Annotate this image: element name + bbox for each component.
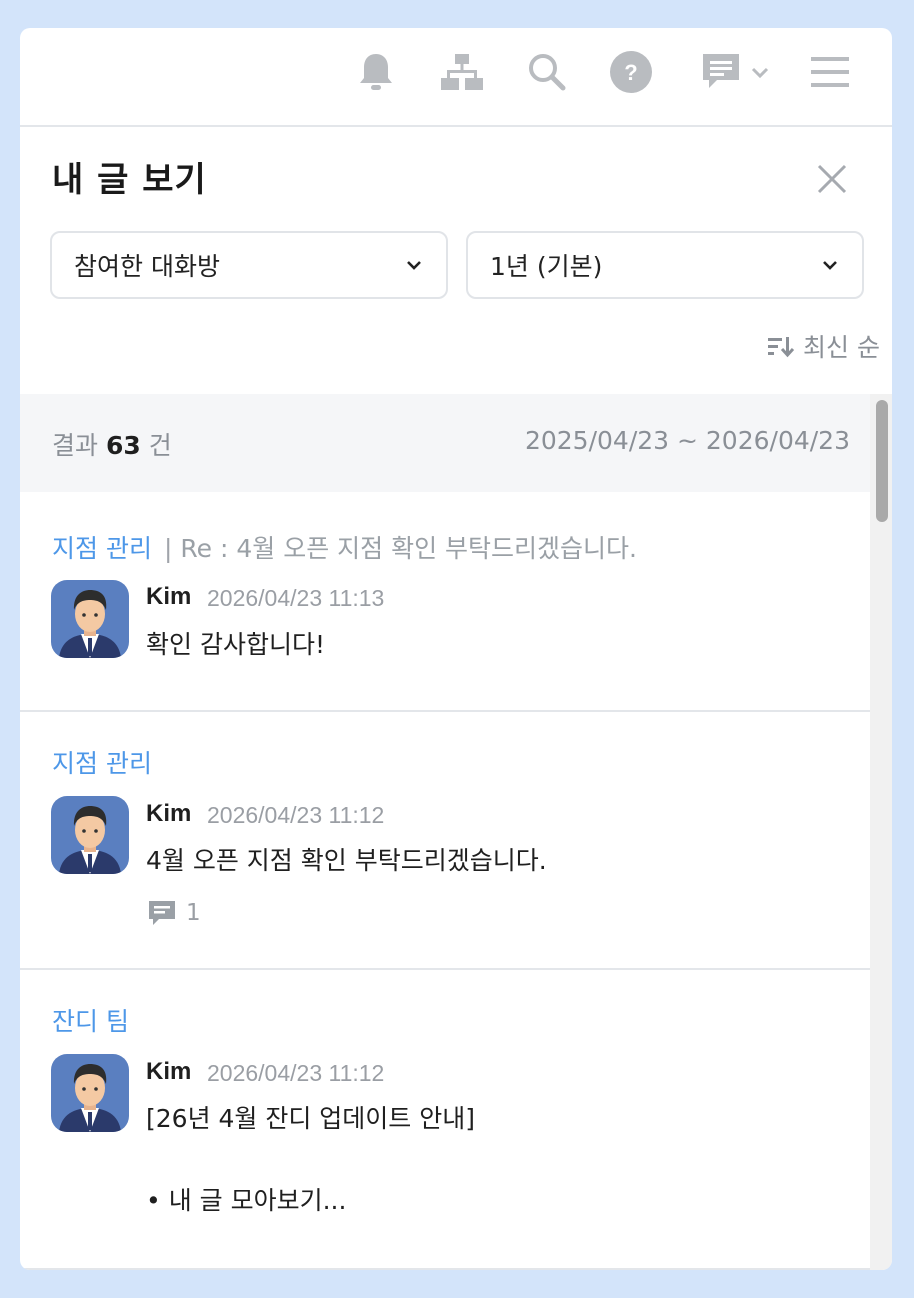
panel-title: 내 글 보기 <box>52 160 207 200</box>
chevron-down-icon <box>407 261 421 270</box>
sort-icon <box>768 337 795 358</box>
chevron-down-icon <box>823 261 837 270</box>
post-time: 2026/04/23 11:12 <box>207 1060 385 1086</box>
post-time: 2026/04/23 11:12 <box>207 802 385 828</box>
menu-icon[interactable] <box>808 50 852 94</box>
separator: | <box>163 534 173 563</box>
reply-count: 1 <box>186 900 201 926</box>
close-icon[interactable] <box>815 162 849 196</box>
result-count-number: 63 <box>105 431 141 460</box>
post-message: [26년 4월 잔디 업데이트 안내] • 내 글 모아보기... <box>146 1104 476 1215</box>
post-room: 지점 관리 | Re : 4월 오픈 지점 확인 부탁드리겠습니다. <box>52 529 637 565</box>
post-author: Kim <box>146 1058 192 1085</box>
search-icon[interactable] <box>525 50 569 94</box>
result-prefix: 결과 <box>52 431 99 460</box>
result-summary: 결과 63 건 2025/04/23 ~ 2026/04/23 <box>20 394 870 492</box>
post-room: 지점 관리 <box>52 744 152 780</box>
reply-count-button[interactable]: 1 <box>148 900 201 926</box>
post-item[interactable]: 지점 관리 | Re : 4월 오픈 지점 확인 부탁드리겠습니다. Kim 202… <box>20 492 870 712</box>
room-filter-select[interactable]: 참여한 대화방 <box>50 231 448 299</box>
comment-icon <box>149 901 175 925</box>
avatar <box>51 580 129 658</box>
chevron-down-icon <box>751 67 769 79</box>
bell-icon[interactable] <box>356 50 396 94</box>
post-message: 확인 감사합니다! <box>146 630 325 659</box>
room-link[interactable]: 잔디 팀 <box>52 1007 129 1036</box>
chat-icon <box>703 54 739 88</box>
post-time: 2026/04/23 11:13 <box>207 585 385 611</box>
result-suffix: 건 <box>148 431 172 460</box>
help-glyph: ? <box>624 60 637 85</box>
room-filter-value: 참여한 대화방 <box>74 252 220 281</box>
scrollbar-thumb[interactable] <box>876 400 888 522</box>
period-filter-value: 1년 (기본) <box>490 252 603 281</box>
chat-menu-button[interactable] <box>700 50 772 94</box>
sort-label: 최신 순 <box>803 333 880 362</box>
post-item[interactable]: 잔디 팀 Kim 2026/04/23 11:12 [26년 4월 잔디 업데이… <box>20 970 870 1270</box>
post-room: 잔디 팀 <box>52 1002 129 1038</box>
scrollbar-track[interactable] <box>870 394 892 1270</box>
date-range: 2025/04/23 ~ 2026/04/23 <box>524 426 850 455</box>
my-posts-window: ? 내 글 보기 참여한 대화방 1년 (기본) 최신 순 결과 63 건 20… <box>20 28 892 1270</box>
help-icon[interactable]: ? <box>608 50 654 94</box>
sort-button[interactable]: 최신 순 <box>767 328 880 364</box>
org-chart-icon[interactable] <box>440 50 484 94</box>
post-author: Kim <box>146 800 192 827</box>
post-message: 4월 오픈 지점 확인 부탁드리겠습니다. <box>146 846 547 875</box>
avatar <box>51 796 129 874</box>
result-count: 결과 63 건 <box>52 426 172 462</box>
reply-reference: Re : 4월 오픈 지점 확인 부탁드리겠습니다. <box>180 534 637 563</box>
top-toolbar: ? <box>20 28 892 127</box>
room-link[interactable]: 지점 관리 <box>52 534 152 563</box>
avatar <box>51 1054 129 1132</box>
period-filter-select[interactable]: 1년 (기본) <box>466 231 864 299</box>
room-link[interactable]: 지점 관리 <box>52 749 152 778</box>
post-author: Kim <box>146 583 192 610</box>
post-item[interactable]: 지점 관리 Kim 2026/04/23 11:12 4월 오픈 지점 확인 부… <box>20 712 870 970</box>
